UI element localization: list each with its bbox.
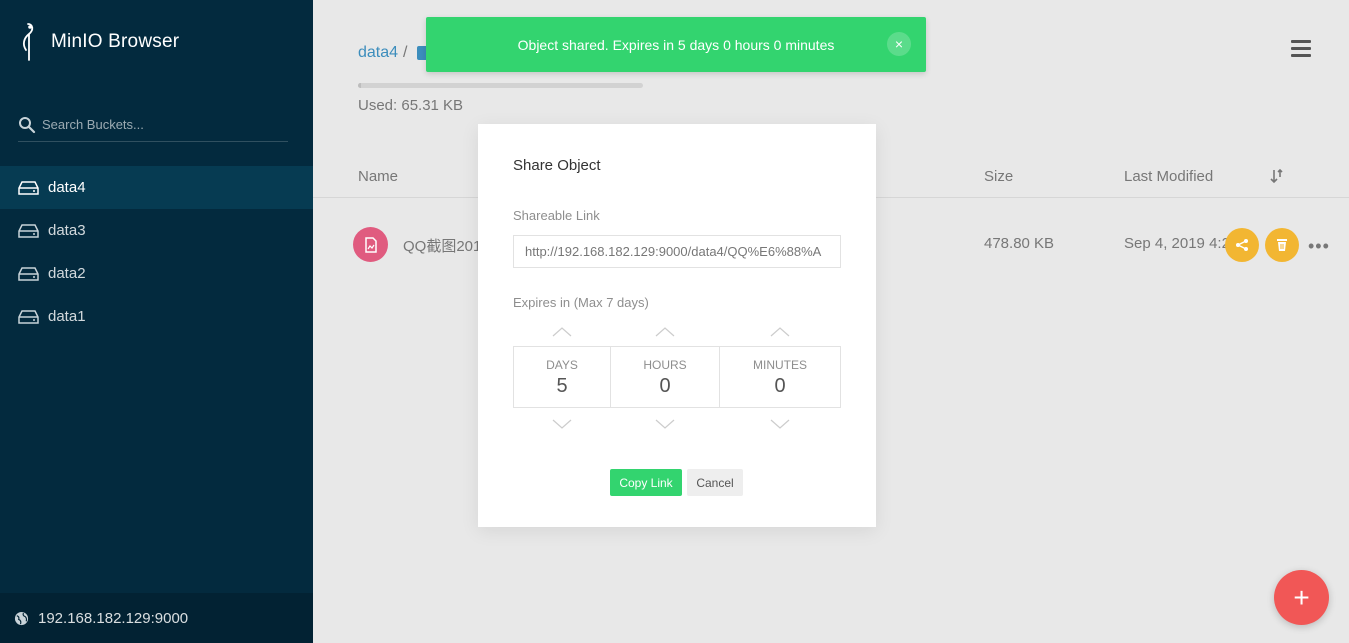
share-icon (1236, 239, 1248, 251)
drive-icon (18, 180, 39, 195)
drive-icon (18, 223, 39, 238)
sort-icon[interactable] (1270, 168, 1284, 184)
search-buckets-input[interactable] (42, 117, 282, 132)
bucket-search (18, 108, 288, 142)
breadcrumb-bucket-link[interactable]: data4 (358, 44, 398, 62)
bucket-item-data2[interactable]: data2 (0, 252, 313, 295)
bucket-item-data4[interactable]: data4 (0, 166, 313, 209)
file-name[interactable]: QQ截图201 (403, 235, 483, 256)
days-increase-chevron-up-icon[interactable] (552, 327, 572, 337)
bucket-label: data2 (48, 265, 86, 282)
breadcrumb-separator: / (403, 44, 408, 61)
days-value[interactable]: 5 (514, 375, 610, 398)
column-name[interactable]: Name (358, 168, 398, 185)
minutes-label: MINUTES (753, 358, 807, 372)
used-storage: Used: 65.31 KB (358, 97, 464, 114)
expiry-selector: DAYS 5 HOURS 0 MINUTES 0 (513, 346, 841, 408)
trash-icon (1277, 239, 1287, 251)
more-options-icon[interactable]: ••• (1308, 236, 1330, 257)
minutes-value[interactable]: 0 (720, 375, 840, 398)
copy-link-button[interactable]: Copy Link (610, 469, 682, 496)
drive-icon (18, 309, 39, 324)
usage-progress-fill (358, 83, 361, 88)
toast-message: Object shared. Expires in 5 days 0 hours… (517, 36, 835, 53)
column-size[interactable]: Size (984, 168, 1013, 185)
hours-value[interactable]: 0 (611, 375, 719, 398)
host-address: 192.168.182.129:9000 (38, 609, 189, 627)
toast-close-button[interactable]: × (887, 32, 911, 56)
bucket-label: data1 (48, 308, 86, 325)
days-label: DAYS (546, 358, 578, 372)
bucket-label: data3 (48, 222, 86, 239)
hours-decrease-chevron-down-icon[interactable] (655, 419, 675, 429)
expires-label: Expires in (Max 7 days) (513, 295, 649, 310)
hamburger-menu-icon[interactable] (1291, 40, 1311, 58)
share-button[interactable] (1225, 228, 1259, 262)
sidebar: MinIO Browser data4 data3 data2 data1 (0, 0, 313, 643)
hours-field: HOURS 0 (611, 347, 720, 407)
file-last-modified: Sep 4, 2019 4:2 (1124, 235, 1230, 252)
host-footer: 192.168.182.129:9000 (0, 593, 313, 643)
brand-name: MinIO Browser (51, 31, 180, 52)
hours-label: HOURS (643, 358, 687, 372)
minio-logo-icon (22, 23, 34, 61)
shareable-link-label: Shareable Link (513, 208, 600, 223)
image-file-icon (353, 227, 388, 262)
search-icon (19, 116, 36, 133)
minutes-decrease-chevron-down-icon[interactable] (770, 419, 790, 429)
drive-icon (18, 266, 39, 281)
modal-title: Share Object (513, 157, 601, 174)
days-field: DAYS 5 (514, 347, 611, 407)
bucket-list: data4 data3 data2 data1 (0, 166, 313, 338)
hours-increase-chevron-up-icon[interactable] (655, 327, 675, 337)
delete-button[interactable] (1265, 228, 1299, 262)
share-success-toast: Object shared. Expires in 5 days 0 hours… (426, 17, 926, 72)
minutes-field: MINUTES 0 (720, 347, 840, 407)
bucket-item-data3[interactable]: data3 (0, 209, 313, 252)
bucket-item-data1[interactable]: data1 (0, 295, 313, 338)
bucket-label: data4 (48, 179, 86, 196)
column-last-modified[interactable]: Last Modified (1124, 168, 1213, 185)
share-object-modal: Share Object Shareable Link Expires in (… (478, 124, 876, 527)
usage-progress-bar (358, 83, 643, 88)
days-decrease-chevron-down-icon[interactable] (552, 419, 572, 429)
minutes-increase-chevron-up-icon[interactable] (770, 327, 790, 337)
file-size: 478.80 KB (984, 235, 1055, 252)
add-fab-button[interactable]: + (1274, 570, 1329, 625)
brand: MinIO Browser (18, 22, 179, 62)
cancel-button[interactable]: Cancel (687, 469, 743, 496)
breadcrumb: data4 / (358, 44, 429, 62)
shareable-link-input[interactable] (513, 235, 841, 268)
globe-icon (14, 611, 29, 625)
